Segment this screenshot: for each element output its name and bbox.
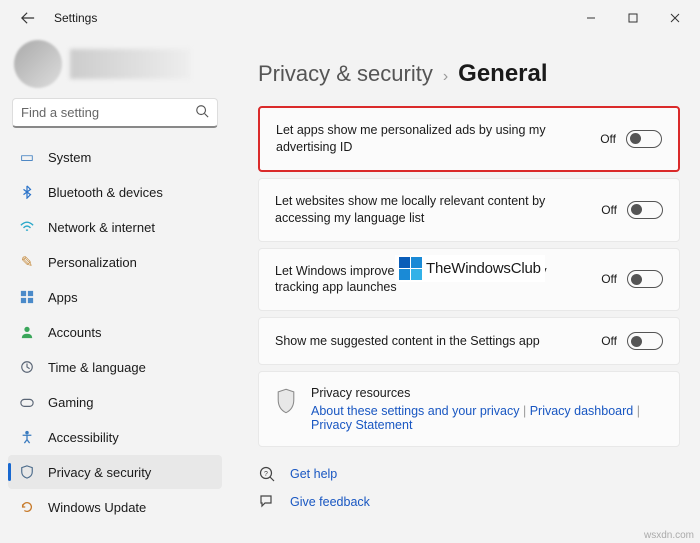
setting-language-list: Let websites show me locally relevant co… [258, 178, 680, 242]
toggle-advertising-id[interactable] [626, 130, 662, 148]
search-icon [195, 104, 209, 121]
sidebar-item-label: Windows Update [48, 500, 146, 515]
minimize-button[interactable] [570, 4, 612, 32]
search-placeholder: Find a setting [21, 105, 195, 120]
footer-link-label: Give feedback [290, 495, 370, 509]
footer-links: ? Get help Give feedback [258, 465, 680, 511]
sidebar-item-label: Gaming [48, 395, 94, 410]
credit-text: wsxdn.com [644, 530, 694, 541]
sidebar-item-personalization[interactable]: ✎ Personalization [8, 245, 222, 279]
system-icon: ▭ [18, 148, 36, 166]
watermark-logo: TheWindowsClub [395, 255, 545, 282]
sidebar-item-privacy[interactable]: Privacy & security [8, 455, 222, 489]
breadcrumb-parent[interactable]: Privacy & security [258, 61, 433, 87]
setting-label: Let websites show me locally relevant co… [275, 193, 591, 227]
resources-title: Privacy resources [311, 386, 663, 400]
brush-icon: ✎ [18, 253, 36, 271]
sidebar-item-network[interactable]: Network & internet [8, 210, 222, 244]
setting-label: Show me suggested content in the Setting… [275, 333, 591, 350]
account-header[interactable] [8, 36, 222, 92]
link-about-settings[interactable]: About these settings and your privacy [311, 404, 519, 418]
gaming-icon [18, 393, 36, 411]
toggle-state-label: Off [601, 203, 617, 217]
setting-label: Let apps show me personalized ads by usi… [276, 122, 590, 156]
toggle-app-launches[interactable] [627, 270, 663, 288]
sidebar-item-update[interactable]: Windows Update [8, 490, 222, 524]
page-title: General [458, 60, 547, 88]
sidebar-item-label: Bluetooth & devices [48, 185, 163, 200]
wifi-icon [18, 218, 36, 236]
give-feedback-link[interactable]: Give feedback [258, 493, 680, 511]
sidebar-item-bluetooth[interactable]: Bluetooth & devices [8, 175, 222, 209]
search-input[interactable]: Find a setting [12, 98, 218, 128]
sidebar-item-accessibility[interactable]: Accessibility [8, 420, 222, 454]
windows-logo-icon [399, 257, 422, 280]
sidebar-item-label: Accounts [48, 325, 101, 340]
link-privacy-statement[interactable]: Privacy Statement [311, 418, 412, 432]
back-button[interactable] [12, 2, 44, 34]
sidebar-item-label: Apps [48, 290, 78, 305]
svg-text:?: ? [264, 471, 268, 478]
sidebar-item-accounts[interactable]: Accounts [8, 315, 222, 349]
bluetooth-icon [18, 183, 36, 201]
sidebar-item-label: Personalization [48, 255, 137, 270]
account-name-blurred [70, 49, 190, 79]
breadcrumb: Privacy & security › General [258, 60, 680, 88]
sidebar-item-label: Accessibility [48, 430, 119, 445]
clock-icon [18, 358, 36, 376]
window-controls [570, 4, 696, 32]
accessibility-icon [18, 428, 36, 446]
sidebar: Find a setting ▭ System Bluetooth & devi… [0, 36, 230, 543]
close-icon [670, 13, 680, 23]
feedback-icon [258, 493, 276, 511]
toggle-state-label: Off [600, 132, 616, 146]
sidebar-item-gaming[interactable]: Gaming [8, 385, 222, 419]
sidebar-item-time[interactable]: Time & language [8, 350, 222, 384]
shield-icon [275, 386, 297, 417]
avatar [14, 40, 62, 88]
shield-icon [18, 463, 36, 481]
chevron-right-icon: › [443, 68, 448, 86]
window-title: Settings [54, 11, 97, 25]
maximize-button[interactable] [612, 4, 654, 32]
arrow-left-icon [21, 11, 35, 25]
toggle-suggested-content[interactable] [627, 332, 663, 350]
sidebar-item-label: Network & internet [48, 220, 155, 235]
title-bar: Settings [0, 0, 700, 36]
toggle-state-label: Off [601, 272, 617, 286]
sidebar-item-system[interactable]: ▭ System [8, 140, 222, 174]
close-button[interactable] [654, 4, 696, 32]
sidebar-item-label: System [48, 150, 91, 165]
maximize-icon [628, 13, 638, 23]
minimize-icon [586, 13, 596, 23]
toggle-language-list[interactable] [627, 201, 663, 219]
sidebar-item-label: Privacy & security [48, 465, 151, 480]
privacy-resources-card: Privacy resources About these settings a… [258, 371, 680, 447]
help-icon: ? [258, 465, 276, 483]
apps-icon [18, 288, 36, 306]
update-icon [18, 498, 36, 516]
person-icon [18, 323, 36, 341]
toggle-state-label: Off [601, 334, 617, 348]
setting-advertising-id: Let apps show me personalized ads by usi… [258, 106, 680, 172]
sidebar-item-apps[interactable]: Apps [8, 280, 222, 314]
main-content: Privacy & security › General Let apps sh… [230, 36, 700, 543]
nav-list: ▭ System Bluetooth & devices Network & i… [8, 140, 222, 524]
footer-link-label: Get help [290, 467, 337, 481]
watermark-text: TheWindowsClub [426, 260, 541, 277]
setting-suggested-content: Show me suggested content in the Setting… [258, 317, 680, 365]
link-privacy-dashboard[interactable]: Privacy dashboard [530, 404, 634, 418]
sidebar-item-label: Time & language [48, 360, 146, 375]
get-help-link[interactable]: ? Get help [258, 465, 680, 483]
